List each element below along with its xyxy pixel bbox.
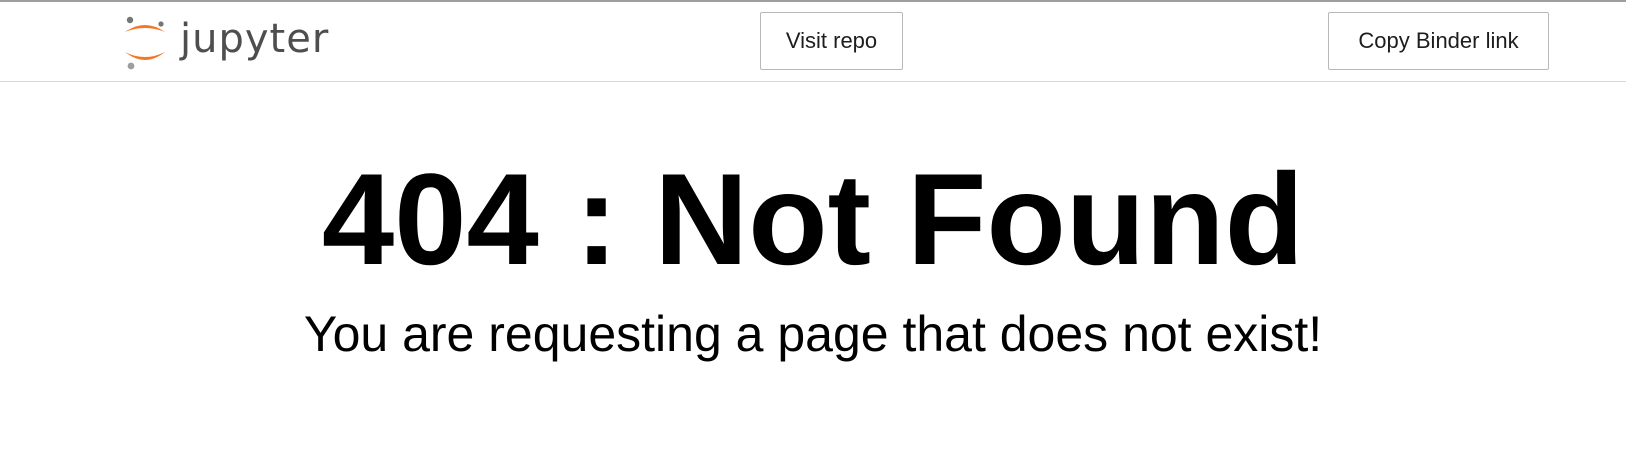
visit-repo-button[interactable]: Visit repo <box>760 12 903 70</box>
jupyter-logo[interactable]: jupyter <box>122 14 329 70</box>
copy-binder-link-button[interactable]: Copy Binder link <box>1328 12 1549 70</box>
error-content: 404 : Not Found You are requesting a pag… <box>0 82 1626 470</box>
error-message: You are requesting a page that does not … <box>303 306 1323 362</box>
jupyter-wordmark: jupyter <box>180 16 330 62</box>
error-title: 404 : Not Found <box>321 146 1305 292</box>
jupyter-logo-icon <box>122 14 168 70</box>
top-navbar: jupyter Visit repo Copy Binder link <box>0 2 1626 82</box>
